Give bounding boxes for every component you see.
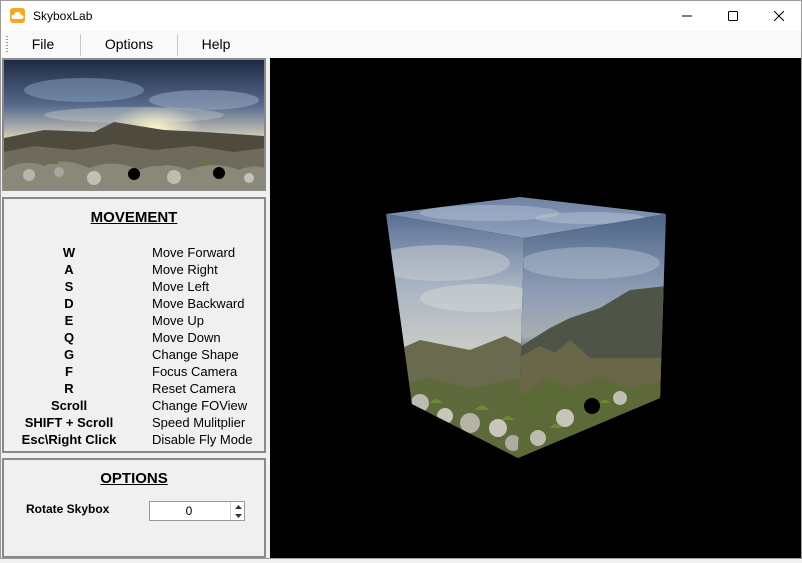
options-panel: OPTIONS Rotate Skybox 0 <box>2 458 266 558</box>
cloud-icon <box>10 8 25 23</box>
menu-grip <box>6 36 8 54</box>
menu-separator <box>80 34 81 56</box>
maximize-icon <box>728 11 738 21</box>
window-title: SkyboxLab <box>33 9 93 23</box>
chevron-down-icon <box>234 513 242 518</box>
key-label: SHIFT + Scroll <box>24 415 114 430</box>
menu-bar: File Options Help <box>1 31 801 58</box>
rotate-skybox-label: Rotate Skybox <box>26 502 110 516</box>
key-label: E <box>64 313 74 328</box>
skybox-panorama <box>4 60 264 189</box>
chevron-up-icon <box>234 504 242 509</box>
rotate-skybox-value[interactable]: 0 <box>150 502 228 520</box>
key-label: G <box>63 347 75 362</box>
action-label: Change FOView <box>152 398 248 413</box>
options-heading: OPTIONS <box>100 470 168 487</box>
menu-file[interactable]: File <box>10 31 76 58</box>
action-label: Speed Mulitplier <box>152 415 246 430</box>
spin-down-button[interactable] <box>230 511 245 520</box>
key-label: Scroll <box>50 398 88 413</box>
menu-help[interactable]: Help <box>180 31 252 58</box>
key-label: F <box>65 364 73 379</box>
skybox-cube <box>386 197 666 458</box>
maximize-button[interactable] <box>710 1 756 31</box>
menu-options[interactable]: Options <box>83 31 175 58</box>
key-label: Q <box>63 330 75 345</box>
close-button[interactable] <box>756 1 802 31</box>
key-label: R <box>64 381 74 396</box>
spin-up-button[interactable] <box>230 502 245 511</box>
action-label: Move Forward <box>152 245 236 260</box>
key-label: A <box>64 262 74 277</box>
movement-panel: MOVEMENT W Move Forward A Move Right S M… <box>2 197 266 453</box>
action-label: Move Up <box>152 313 205 328</box>
close-icon <box>774 11 784 21</box>
minimize-button[interactable] <box>664 1 710 31</box>
key-label: S <box>64 279 74 294</box>
app-window: SkyboxLab File Options Help MOVEMENT W M… <box>0 0 802 559</box>
minimize-icon <box>682 15 692 17</box>
action-label: Move Backward <box>152 296 245 311</box>
menu-separator <box>177 34 178 56</box>
action-label: Move Left <box>152 279 210 294</box>
action-label: Move Right <box>152 262 218 277</box>
action-label: Disable Fly Mode <box>152 432 253 447</box>
key-label: Esc\Right Click <box>21 432 117 447</box>
rotate-skybox-stepper[interactable]: 0 <box>149 501 245 521</box>
action-label: Move Down <box>152 330 221 345</box>
key-label: W <box>62 245 76 260</box>
skybox-preview[interactable] <box>2 58 266 191</box>
action-label: Change Shape <box>152 347 239 362</box>
title-bar[interactable]: SkyboxLab <box>1 1 801 31</box>
action-label: Focus Camera <box>152 364 238 379</box>
key-label: D <box>64 296 74 311</box>
3d-viewport[interactable] <box>270 58 801 558</box>
action-label: Reset Camera <box>152 381 236 396</box>
movement-heading: MOVEMENT <box>90 209 178 226</box>
